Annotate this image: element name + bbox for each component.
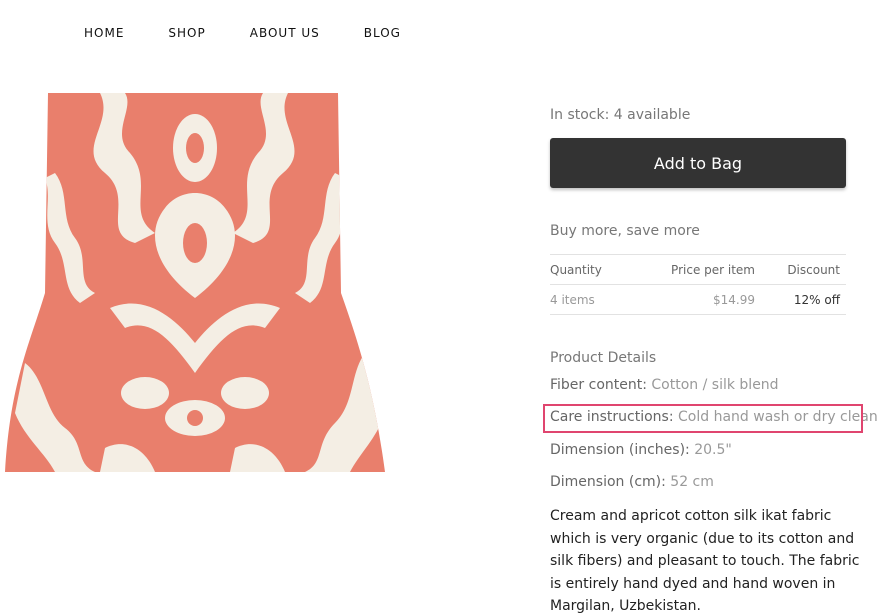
- cell-discount: 12% off: [793, 292, 840, 307]
- cell-quantity: 4 items: [550, 292, 595, 307]
- detail-fiber-content: Fiber content: Cotton / silk blend: [550, 377, 779, 393]
- detail-dimension-inches: Dimension (inches): 20.5": [550, 442, 732, 458]
- cell-price: $14.99: [713, 292, 755, 307]
- main-nav: HOME SHOP ABOUT US BLOG: [84, 26, 445, 40]
- detail-value: 52 cm: [670, 474, 714, 490]
- detail-label: Dimension (cm):: [550, 474, 666, 490]
- nav-blog[interactable]: BLOG: [364, 26, 401, 40]
- detail-dimension-cm: Dimension (cm): 52 cm: [550, 474, 714, 490]
- buy-more-heading: Buy more, save more: [550, 223, 700, 239]
- detail-value: 20.5": [694, 442, 732, 458]
- discount-table: Quantity Price per item Discount 4 items…: [550, 254, 846, 315]
- product-description: Cream and apricot cotton silk ikat fabri…: [550, 508, 860, 614]
- column-header-discount: Discount: [787, 262, 840, 277]
- detail-value: Cotton / silk blend: [651, 377, 779, 393]
- nav-about-us[interactable]: ABOUT US: [250, 26, 320, 40]
- table-row: 4 items $14.99 12% off: [550, 285, 846, 315]
- add-to-bag-button[interactable]: Add to Bag: [550, 138, 846, 188]
- product-details-heading: Product Details: [550, 350, 657, 366]
- detail-label: Dimension (inches):: [550, 442, 690, 458]
- nav-shop[interactable]: SHOP: [168, 26, 205, 40]
- table-header-row: Quantity Price per item Discount: [550, 254, 846, 285]
- detail-label: Fiber content:: [550, 377, 647, 393]
- stock-status: In stock: 4 available: [550, 107, 691, 123]
- highlight-box: [543, 404, 863, 433]
- product-image: [5, 93, 385, 472]
- nav-home[interactable]: HOME: [84, 26, 124, 40]
- column-header-quantity: Quantity: [550, 262, 602, 277]
- column-header-price: Price per item: [671, 262, 755, 277]
